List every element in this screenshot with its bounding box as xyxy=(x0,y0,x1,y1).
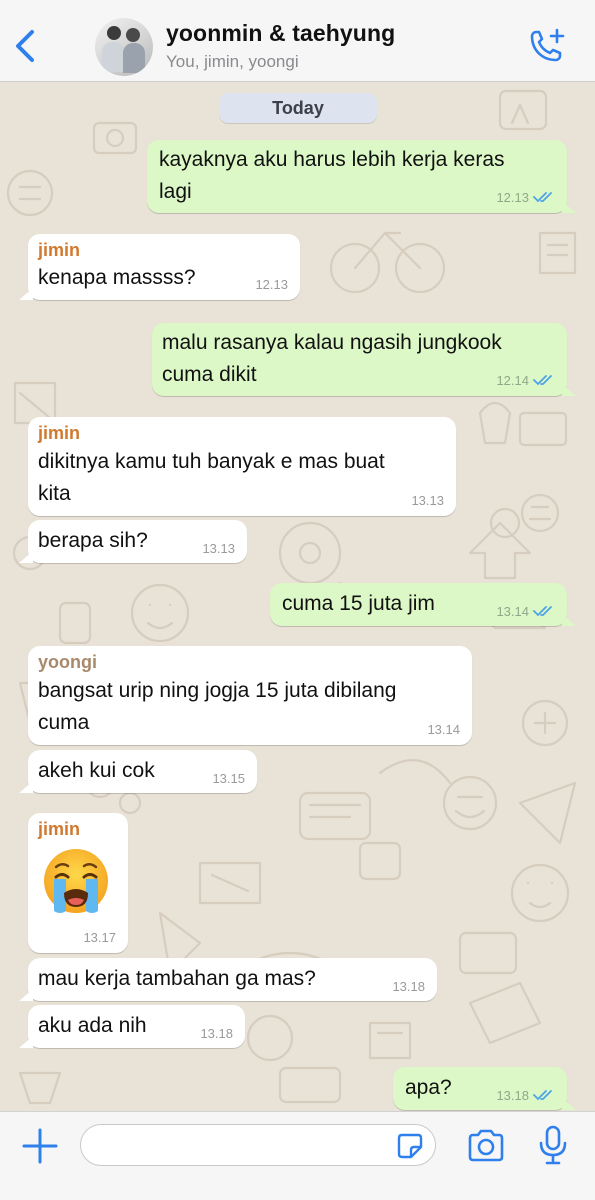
camera-icon[interactable] xyxy=(466,1128,506,1164)
group-avatar[interactable] xyxy=(95,18,153,76)
read-receipt-icon xyxy=(533,606,552,617)
microphone-icon[interactable] xyxy=(538,1124,568,1166)
message-timestamp: 13.14 xyxy=(427,722,460,737)
outgoing-message[interactable]: cuma 15 juta jim 13.14 xyxy=(270,583,576,626)
chat-title[interactable]: yoonmin & taehyung xyxy=(166,20,395,47)
message-text: berapa sih? xyxy=(38,529,148,552)
message-timestamp: 13.14 xyxy=(496,604,529,619)
incoming-message[interactable]: jimin dikitnya kamu tuh banyak e mas bua… xyxy=(28,417,456,516)
message-text: kita xyxy=(38,482,71,505)
read-receipt-icon xyxy=(533,375,552,386)
incoming-message[interactable]: aku ada nih 13.18 xyxy=(19,1005,245,1048)
read-receipt-icon xyxy=(533,192,552,203)
message-text: cuma 15 juta jim xyxy=(282,592,435,615)
message-text: dikitnya kamu tuh banyak e mas buat xyxy=(38,450,385,473)
back-chevron-icon[interactable] xyxy=(8,26,42,66)
date-separator: Today xyxy=(219,93,377,123)
sticker-icon[interactable] xyxy=(396,1132,424,1160)
incoming-message[interactable]: berapa sih? 13.13 xyxy=(19,520,247,563)
message-timestamp: 13.17 xyxy=(83,930,116,945)
add-call-icon[interactable] xyxy=(524,26,568,66)
message-text: lagi xyxy=(159,180,192,203)
incoming-message[interactable]: mau kerja tambahan ga mas? 13.18 xyxy=(19,958,437,1001)
chat-header: yoonmin & taehyung You, jimin, yoongi xyxy=(0,0,595,82)
outgoing-message[interactable]: kayaknya aku harus lebih kerja keras lag… xyxy=(147,140,576,213)
plus-icon[interactable] xyxy=(20,1126,60,1166)
message-text: cuma xyxy=(38,711,90,734)
chat-participants[interactable]: You, jimin, yoongi xyxy=(166,52,299,72)
message-text: mau kerja tambahan ga mas? xyxy=(38,967,316,990)
loudly-crying-face-icon xyxy=(44,849,108,913)
message-composer xyxy=(0,1111,595,1200)
outgoing-message[interactable]: apa? 13.18 xyxy=(393,1067,576,1110)
incoming-message[interactable]: yoongi bangsat urip ning jogja 15 juta d… xyxy=(28,646,472,745)
message-input[interactable] xyxy=(80,1124,436,1166)
message-text: malu rasanya kalau ngasih jungkook xyxy=(162,331,502,354)
message-timestamp: 13.13 xyxy=(411,493,444,508)
message-timestamp: 12.13 xyxy=(255,277,288,292)
sender-name: jimin xyxy=(38,240,81,260)
read-receipt-icon xyxy=(533,1090,552,1101)
message-timestamp: 13.18 xyxy=(496,1088,529,1103)
message-timestamp: 12.13 xyxy=(496,190,529,205)
incoming-message[interactable]: jimin kenapa massss? 12.13 xyxy=(19,234,300,300)
message-text: kenapa massss? xyxy=(38,266,196,289)
incoming-message[interactable]: jimin 13.17 xyxy=(28,813,128,953)
message-text: apa? xyxy=(405,1076,452,1099)
message-timestamp: 13.18 xyxy=(392,979,425,994)
message-timestamp: 12.14 xyxy=(496,373,529,388)
incoming-message[interactable]: akeh kui cok 13.15 xyxy=(19,750,257,793)
outgoing-message[interactable]: malu rasanya kalau ngasih jungkook cuma … xyxy=(152,323,576,396)
sender-name: jimin xyxy=(38,423,81,443)
message-timestamp: 13.15 xyxy=(212,771,245,786)
message-timestamp: 13.13 xyxy=(202,541,235,556)
message-text: bangsat urip ning jogja 15 juta dibilang xyxy=(38,679,397,702)
message-list[interactable]: Today kayaknya aku harus lebih kerja ker… xyxy=(0,83,595,1111)
message-text: kayaknya aku harus lebih kerja keras xyxy=(159,148,505,171)
message-timestamp: 13.18 xyxy=(200,1026,233,1041)
sender-name: jimin xyxy=(38,819,81,839)
message-text: cuma dikit xyxy=(162,363,257,386)
message-text: aku ada nih xyxy=(38,1014,147,1037)
message-text: akeh kui cok xyxy=(38,759,155,782)
sender-name: yoongi xyxy=(38,652,97,672)
